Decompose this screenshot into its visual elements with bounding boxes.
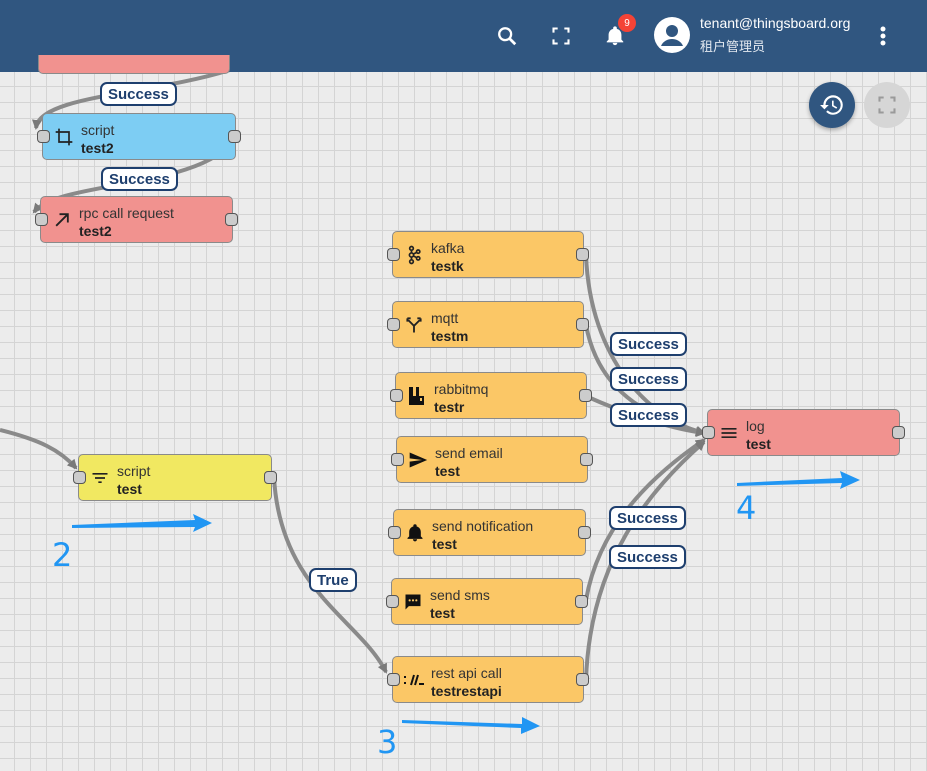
rule-node-send-sms[interactable]: send sms test xyxy=(386,578,588,625)
node-name: testk xyxy=(431,258,464,274)
node-type: log xyxy=(746,418,765,434)
rule-node-mqtt[interactable]: mqtt testm xyxy=(387,301,589,348)
rule-node-rpc-call-request[interactable]: rpc call request test2 xyxy=(35,196,238,243)
avatar[interactable] xyxy=(654,17,690,53)
link-label-success[interactable]: Success xyxy=(610,403,687,427)
rest-api-icon xyxy=(403,669,425,691)
annotation-arrow-4 xyxy=(737,471,860,489)
node-name: test2 xyxy=(79,223,112,239)
link-label-true[interactable]: True xyxy=(309,568,357,592)
bell-icon xyxy=(404,522,426,544)
output-port[interactable] xyxy=(576,248,589,261)
notification-count-badge: 9 xyxy=(618,14,636,32)
node-type: kafka xyxy=(431,240,465,256)
annotation-step-3: 3 xyxy=(377,723,398,761)
fullscreen-icon xyxy=(878,96,896,114)
account-icon xyxy=(661,25,683,46)
rule-node-kafka[interactable]: kafka testk xyxy=(387,231,589,278)
node-type: rest api call xyxy=(431,665,502,681)
link-label-success[interactable]: Success xyxy=(100,82,177,106)
canvas-fullscreen-button[interactable] xyxy=(864,82,910,128)
link-label-success[interactable]: Success xyxy=(610,332,687,356)
node-name: test xyxy=(432,536,457,552)
node-name: testm xyxy=(431,328,469,344)
crop-icon xyxy=(53,126,75,148)
node-name: test xyxy=(117,481,142,497)
link-label-success[interactable]: Success xyxy=(101,167,178,191)
rule-node-send-email[interactable]: send email test xyxy=(391,436,593,483)
send-icon xyxy=(407,449,429,471)
annotation-step-4: 4 xyxy=(736,489,757,527)
output-port[interactable] xyxy=(264,471,277,484)
rule-node-send-notification[interactable]: send notification test xyxy=(388,509,591,556)
node-name: test xyxy=(746,436,771,452)
node-type: send email xyxy=(435,445,503,461)
sms-icon xyxy=(402,591,424,613)
rule-node-rest-api-call[interactable]: rest api call testrestapi xyxy=(387,656,589,703)
annotation-arrow-3 xyxy=(402,717,540,734)
input-port[interactable] xyxy=(387,673,400,686)
rule-node-script-test[interactable]: script test xyxy=(73,454,277,501)
link-label-success[interactable]: Success xyxy=(609,545,686,569)
input-port[interactable] xyxy=(387,248,400,261)
input-port[interactable] xyxy=(35,213,48,226)
node-type: send sms xyxy=(430,587,490,603)
output-port[interactable] xyxy=(228,130,241,143)
version-history-button[interactable] xyxy=(809,82,855,128)
rabbitmq-icon xyxy=(406,385,428,407)
input-port[interactable] xyxy=(390,389,403,402)
node-type: script xyxy=(81,122,115,138)
input-port[interactable] xyxy=(391,453,404,466)
node-type: script xyxy=(117,463,151,479)
rule-node-script-test2[interactable]: script test2 xyxy=(37,113,241,160)
call-split-icon xyxy=(403,314,425,336)
node-type: send notification xyxy=(432,518,534,534)
input-port[interactable] xyxy=(387,318,400,331)
output-port[interactable] xyxy=(576,673,589,686)
node-type: rabbitmq xyxy=(434,381,489,397)
node-name: testrestapi xyxy=(431,683,502,699)
link-label-success[interactable]: Success xyxy=(610,367,687,391)
output-port[interactable] xyxy=(892,426,905,439)
link-label-success[interactable]: Success xyxy=(609,506,686,530)
output-port[interactable] xyxy=(578,526,591,539)
output-port[interactable] xyxy=(575,595,588,608)
node-name: test xyxy=(430,605,455,621)
history-icon xyxy=(820,95,843,115)
node-name: test xyxy=(435,463,460,479)
kafka-icon xyxy=(403,244,425,266)
node-type: mqtt xyxy=(431,310,459,326)
link-into-script-test xyxy=(0,428,78,470)
annotation-arrow-2 xyxy=(72,514,212,532)
output-port[interactable] xyxy=(576,318,589,331)
input-port[interactable] xyxy=(386,595,399,608)
input-port[interactable] xyxy=(388,526,401,539)
output-port[interactable] xyxy=(579,389,592,402)
annotation-step-2: 2 xyxy=(52,536,73,574)
more-vert-icon[interactable] xyxy=(867,20,899,52)
menu-lines-icon xyxy=(718,422,740,444)
node-type: rpc call request xyxy=(79,205,174,221)
input-port[interactable] xyxy=(702,426,715,439)
output-port[interactable] xyxy=(580,453,593,466)
output-port[interactable] xyxy=(225,213,238,226)
search-icon[interactable] xyxy=(491,20,523,52)
rule-node-partial[interactable] xyxy=(38,55,230,74)
node-name: testr xyxy=(434,399,465,415)
user-role: 租户管理员 xyxy=(700,39,766,54)
input-port[interactable] xyxy=(37,130,50,143)
node-name: test2 xyxy=(81,140,114,156)
user-email: tenant@thingsboard.org xyxy=(700,15,851,31)
arrow-up-right-icon xyxy=(51,209,73,231)
fullscreen-icon[interactable] xyxy=(545,20,577,52)
rule-node-rabbitmq[interactable]: rabbitmq testr xyxy=(390,372,592,419)
filter-icon xyxy=(89,467,111,489)
input-port[interactable] xyxy=(73,471,86,484)
rule-node-log[interactable]: log test xyxy=(702,409,905,456)
